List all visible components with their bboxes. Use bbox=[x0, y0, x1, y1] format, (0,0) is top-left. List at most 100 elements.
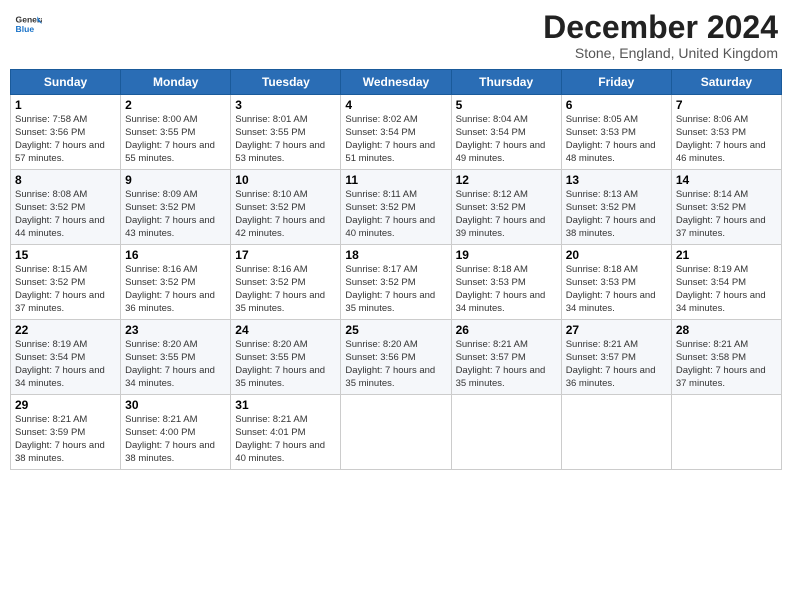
day-number: 4 bbox=[345, 98, 446, 112]
cell-details: Sunrise: 8:19 AMSunset: 3:54 PMDaylight:… bbox=[15, 339, 116, 390]
day-number: 1 bbox=[15, 98, 116, 112]
day-number: 16 bbox=[125, 248, 226, 262]
day-number: 13 bbox=[566, 173, 667, 187]
calendar-cell: 19 Sunrise: 8:18 AMSunset: 3:53 PMDayligh… bbox=[451, 245, 561, 320]
day-number: 5 bbox=[456, 98, 557, 112]
calendar-cell: 15 Sunrise: 8:15 AMSunset: 3:52 PMDayligh… bbox=[11, 245, 121, 320]
logo-icon: General Blue bbox=[14, 10, 42, 38]
cell-details: Sunrise: 8:05 AMSunset: 3:53 PMDaylight:… bbox=[566, 114, 667, 165]
calendar-cell: 9 Sunrise: 8:09 AMSunset: 3:52 PMDaylight… bbox=[121, 170, 231, 245]
calendar-cell: 26 Sunrise: 8:21 AMSunset: 3:57 PMDayligh… bbox=[451, 320, 561, 395]
calendar-cell: 8Sunrise: 8:08 AMSunset: 3:52 PMDaylight… bbox=[11, 170, 121, 245]
cell-details: Sunrise: 8:21 AMSunset: 3:57 PMDaylight:… bbox=[456, 339, 557, 390]
cell-details: Sunrise: 8:04 AMSunset: 3:54 PMDaylight:… bbox=[456, 114, 557, 165]
day-number: 11 bbox=[345, 173, 446, 187]
cell-details: Sunrise: 8:20 AMSunset: 3:56 PMDaylight:… bbox=[345, 339, 446, 390]
day-number: 2 bbox=[125, 98, 226, 112]
calendar-cell: 31 Sunrise: 8:21 AMSunset: 4:01 PMDayligh… bbox=[231, 395, 341, 470]
day-number: 15 bbox=[15, 248, 116, 262]
day-number: 29 bbox=[15, 398, 116, 412]
calendar-cell bbox=[671, 395, 781, 470]
cell-details: Sunrise: 8:02 AMSunset: 3:54 PMDaylight:… bbox=[345, 114, 446, 165]
calendar-cell bbox=[341, 395, 451, 470]
calendar-cell: 17 Sunrise: 8:16 AMSunset: 3:52 PMDayligh… bbox=[231, 245, 341, 320]
title-block: December 2024 Stone, England, United Kin… bbox=[543, 10, 778, 61]
calendar-cell: 20 Sunrise: 8:18 AMSunset: 3:53 PMDayligh… bbox=[561, 245, 671, 320]
day-number: 28 bbox=[676, 323, 777, 337]
day-number: 14 bbox=[676, 173, 777, 187]
day-number: 19 bbox=[456, 248, 557, 262]
cell-details: Sunrise: 8:14 AMSunset: 3:52 PMDaylight:… bbox=[676, 189, 777, 240]
calendar-cell bbox=[451, 395, 561, 470]
calendar-cell: 2 Sunrise: 8:00 AMSunset: 3:55 PMDaylight… bbox=[121, 95, 231, 170]
day-number: 22 bbox=[15, 323, 116, 337]
day-number: 26 bbox=[456, 323, 557, 337]
page-header: General Blue December 2024 Stone, Englan… bbox=[10, 10, 782, 61]
calendar-cell: 30 Sunrise: 8:21 AMSunset: 4:00 PMDayligh… bbox=[121, 395, 231, 470]
cell-details: Sunrise: 8:13 AMSunset: 3:52 PMDaylight:… bbox=[566, 189, 667, 240]
cell-details: Sunrise: 8:10 AMSunset: 3:52 PMDaylight:… bbox=[235, 189, 336, 240]
cell-details: Sunrise: 8:17 AMSunset: 3:52 PMDaylight:… bbox=[345, 264, 446, 315]
calendar-cell: 24Sunrise: 8:20 AMSunset: 3:55 PMDayligh… bbox=[231, 320, 341, 395]
cell-details: Sunrise: 8:19 AMSunset: 3:54 PMDaylight:… bbox=[676, 264, 777, 315]
cell-details: Sunrise: 8:21 AMSunset: 3:57 PMDaylight:… bbox=[566, 339, 667, 390]
weekday-header: Sunday bbox=[11, 70, 121, 95]
calendar-cell: 23 Sunrise: 8:20 AMSunset: 3:55 PMDayligh… bbox=[121, 320, 231, 395]
day-number: 30 bbox=[125, 398, 226, 412]
calendar-cell: 16 Sunrise: 8:16 AMSunset: 3:52 PMDayligh… bbox=[121, 245, 231, 320]
calendar-week-row: 15 Sunrise: 8:15 AMSunset: 3:52 PMDayligh… bbox=[11, 245, 782, 320]
weekday-header: Saturday bbox=[671, 70, 781, 95]
cell-details: Sunrise: 7:58 AMSunset: 3:56 PMDaylight:… bbox=[15, 114, 116, 165]
calendar-cell: 7Sunrise: 8:06 AMSunset: 3:53 PMDaylight… bbox=[671, 95, 781, 170]
logo: General Blue bbox=[14, 10, 42, 38]
cell-details: Sunrise: 8:18 AMSunset: 3:53 PMDaylight:… bbox=[566, 264, 667, 315]
weekday-header: Thursday bbox=[451, 70, 561, 95]
day-number: 12 bbox=[456, 173, 557, 187]
calendar-cell: 3Sunrise: 8:01 AMSunset: 3:55 PMDaylight… bbox=[231, 95, 341, 170]
day-number: 18 bbox=[345, 248, 446, 262]
weekday-header: Monday bbox=[121, 70, 231, 95]
day-number: 7 bbox=[676, 98, 777, 112]
calendar-cell: 21 Sunrise: 8:19 AMSunset: 3:54 PMDayligh… bbox=[671, 245, 781, 320]
cell-details: Sunrise: 8:15 AMSunset: 3:52 PMDaylight:… bbox=[15, 264, 116, 315]
calendar-cell: 28 Sunrise: 8:21 AMSunset: 3:58 PMDayligh… bbox=[671, 320, 781, 395]
location-subtitle: Stone, England, United Kingdom bbox=[543, 45, 778, 61]
weekday-header: Tuesday bbox=[231, 70, 341, 95]
cell-details: Sunrise: 8:16 AMSunset: 3:52 PMDaylight:… bbox=[235, 264, 336, 315]
day-number: 31 bbox=[235, 398, 336, 412]
calendar-cell: 22 Sunrise: 8:19 AMSunset: 3:54 PMDayligh… bbox=[11, 320, 121, 395]
calendar-header-row: SundayMondayTuesdayWednesdayThursdayFrid… bbox=[11, 70, 782, 95]
day-number: 23 bbox=[125, 323, 226, 337]
day-number: 20 bbox=[566, 248, 667, 262]
cell-details: Sunrise: 8:09 AMSunset: 3:52 PMDaylight:… bbox=[125, 189, 226, 240]
calendar-week-row: 1 Sunrise: 7:58 AMSunset: 3:56 PMDaylight… bbox=[11, 95, 782, 170]
cell-details: Sunrise: 8:08 AMSunset: 3:52 PMDaylight:… bbox=[15, 189, 116, 240]
calendar-table: SundayMondayTuesdayWednesdayThursdayFrid… bbox=[10, 69, 782, 470]
calendar-week-row: 8Sunrise: 8:08 AMSunset: 3:52 PMDaylight… bbox=[11, 170, 782, 245]
day-number: 21 bbox=[676, 248, 777, 262]
day-number: 9 bbox=[125, 173, 226, 187]
calendar-cell: 12 Sunrise: 8:12 AMSunset: 3:52 PMDayligh… bbox=[451, 170, 561, 245]
cell-details: Sunrise: 8:21 AMSunset: 4:00 PMDaylight:… bbox=[125, 414, 226, 465]
calendar-cell: 6 Sunrise: 8:05 AMSunset: 3:53 PMDaylight… bbox=[561, 95, 671, 170]
cell-details: Sunrise: 8:21 AMSunset: 3:59 PMDaylight:… bbox=[15, 414, 116, 465]
cell-details: Sunrise: 8:20 AMSunset: 3:55 PMDaylight:… bbox=[125, 339, 226, 390]
calendar-cell: 5 Sunrise: 8:04 AMSunset: 3:54 PMDaylight… bbox=[451, 95, 561, 170]
day-number: 6 bbox=[566, 98, 667, 112]
calendar-cell: 4 Sunrise: 8:02 AMSunset: 3:54 PMDaylight… bbox=[341, 95, 451, 170]
day-number: 17 bbox=[235, 248, 336, 262]
day-number: 10 bbox=[235, 173, 336, 187]
cell-details: Sunrise: 8:21 AMSunset: 4:01 PMDaylight:… bbox=[235, 414, 336, 465]
cell-details: Sunrise: 8:11 AMSunset: 3:52 PMDaylight:… bbox=[345, 189, 446, 240]
cell-details: Sunrise: 8:16 AMSunset: 3:52 PMDaylight:… bbox=[125, 264, 226, 315]
calendar-cell: 27Sunrise: 8:21 AMSunset: 3:57 PMDayligh… bbox=[561, 320, 671, 395]
cell-details: Sunrise: 8:18 AMSunset: 3:53 PMDaylight:… bbox=[456, 264, 557, 315]
cell-details: Sunrise: 8:00 AMSunset: 3:55 PMDaylight:… bbox=[125, 114, 226, 165]
calendar-cell: 14 Sunrise: 8:14 AMSunset: 3:52 PMDayligh… bbox=[671, 170, 781, 245]
weekday-header: Friday bbox=[561, 70, 671, 95]
cell-details: Sunrise: 8:21 AMSunset: 3:58 PMDaylight:… bbox=[676, 339, 777, 390]
month-title: December 2024 bbox=[543, 10, 778, 45]
cell-details: Sunrise: 8:12 AMSunset: 3:52 PMDaylight:… bbox=[456, 189, 557, 240]
svg-text:Blue: Blue bbox=[16, 24, 35, 34]
calendar-cell: 11 Sunrise: 8:11 AMSunset: 3:52 PMDayligh… bbox=[341, 170, 451, 245]
